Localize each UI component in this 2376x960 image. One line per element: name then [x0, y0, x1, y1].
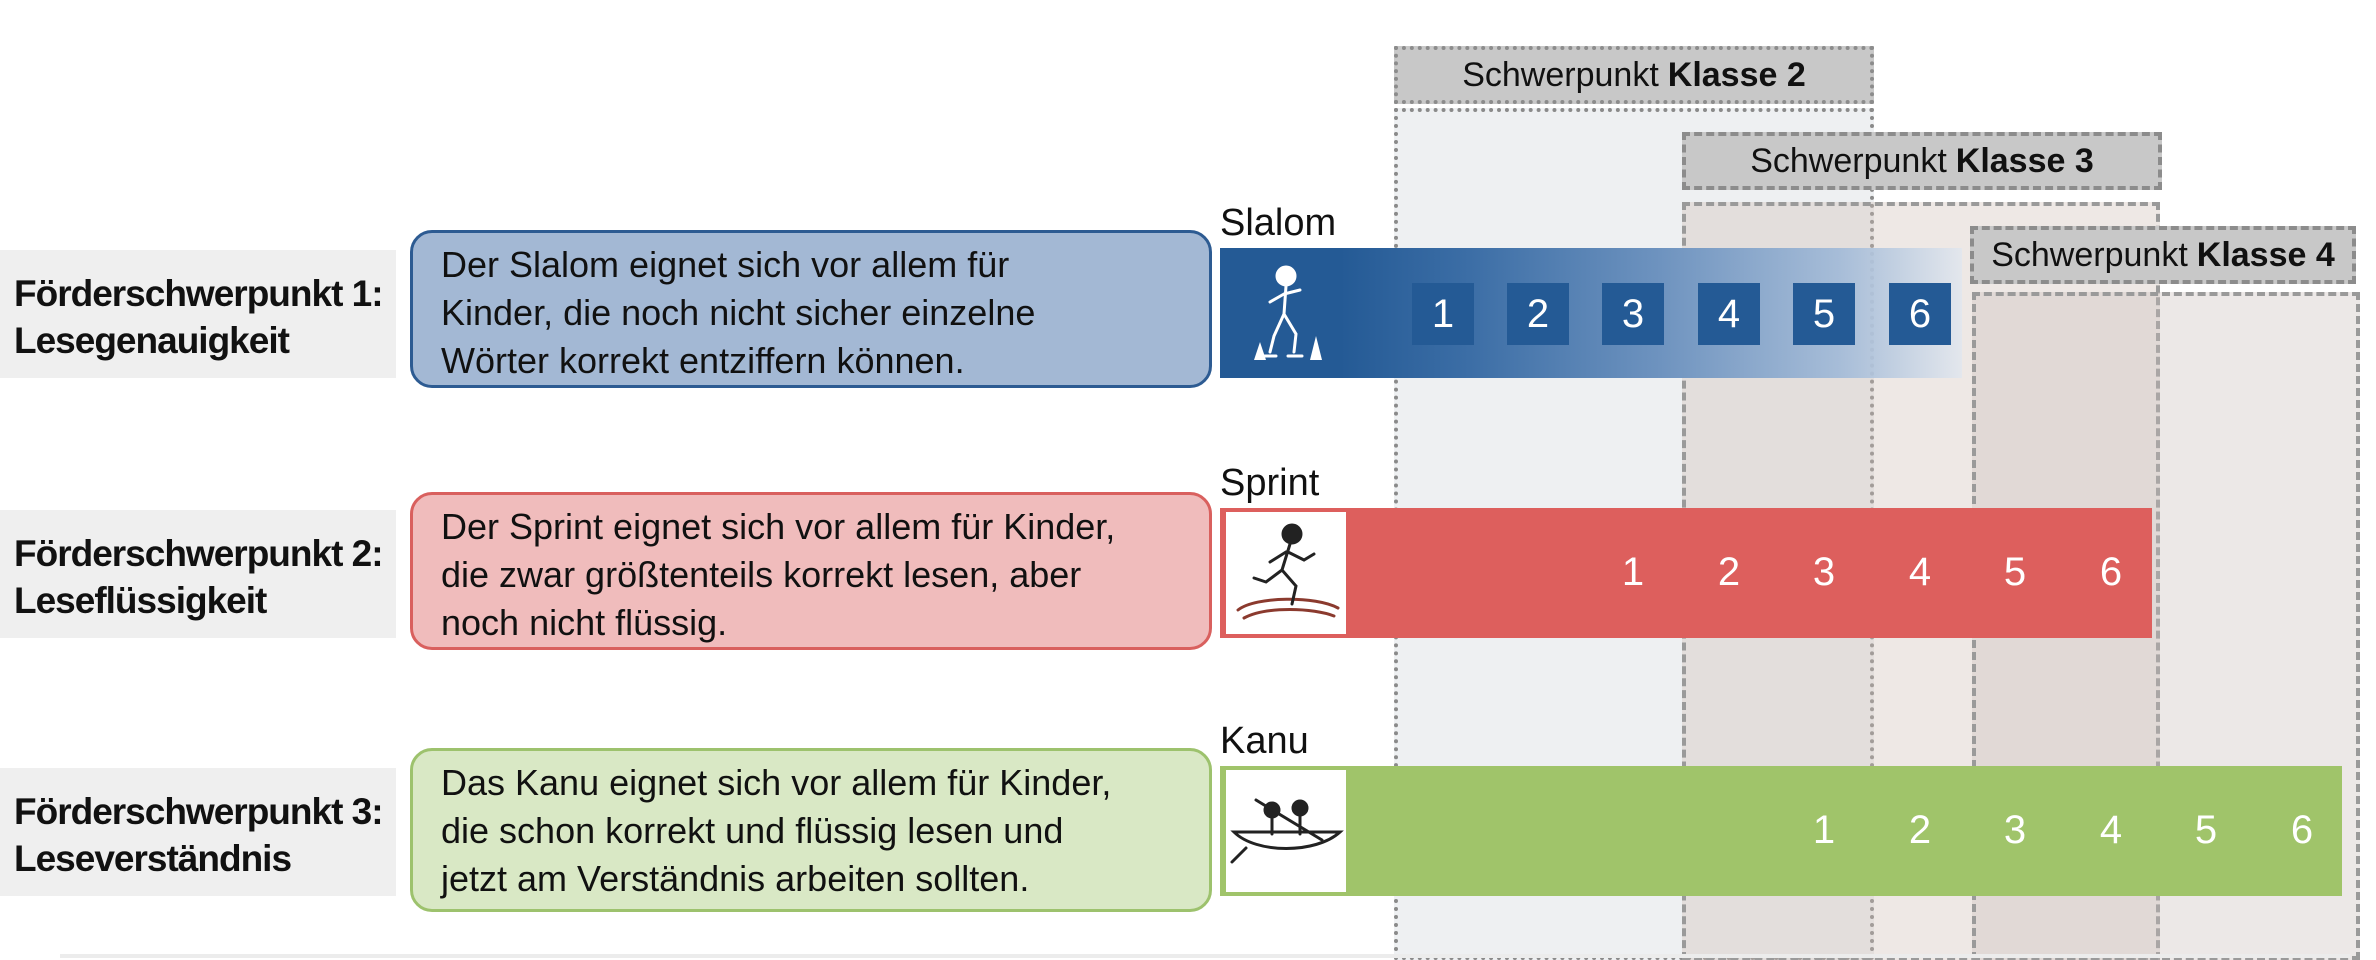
kanu-grade-5: 5	[2194, 807, 2218, 852]
focus-label-1-title: Förderschwerpunkt 1:	[14, 273, 384, 314]
kanu-grade-3: 3	[2003, 807, 2027, 852]
focus-label-3-subtitle: Leseverständnis	[14, 838, 292, 879]
kanu-description-line-1: Das Kanu eignet sich vor allem für Kinde…	[441, 762, 1112, 803]
sprint-description-line-3: noch nicht flüssig.	[441, 602, 728, 643]
slalom-grade-4: 4	[1698, 283, 1760, 345]
slalom-grade-3: 3	[1602, 283, 1664, 345]
grade-4-header-prefix: Schwerpunkt	[1991, 235, 2188, 274]
sprint-grade-3: 3	[1812, 549, 1836, 594]
sprint-description: Der Sprint eignet sich vor allem für Kin…	[410, 492, 1212, 650]
kanu-title: Kanu	[1220, 720, 1309, 762]
slalom-description-line-2: Kinder, die noch nicht sicher einzelne	[441, 292, 1036, 333]
slalom-description-line-1: Der Slalom eignet sich vor allem für	[441, 244, 1010, 285]
sprint-title: Sprint	[1220, 462, 1320, 504]
kanu-bar	[1220, 766, 2342, 896]
focus-label-2-subtitle: Leseflüssigkeit	[14, 580, 267, 621]
slalom-skater-icon	[1240, 256, 1330, 372]
focus-label-2: Förderschwerpunkt 2: Leseflüssigkeit	[0, 510, 396, 638]
grade-2-header: Schwerpunkt Klasse 2	[1394, 46, 1874, 104]
slalom-grade-6: 6	[1889, 283, 1951, 345]
sprint-grade-4: 4	[1908, 549, 1932, 594]
focus-label-1-subtitle: Lesegenauigkeit	[14, 320, 290, 361]
slalom-grade-5: 5	[1793, 283, 1855, 345]
grade-3-header-grade: Klasse 3	[1955, 141, 2094, 180]
focus-label-2-title: Förderschwerpunkt 2:	[14, 533, 384, 574]
focus-label-3: Förderschwerpunkt 3: Leseverständnis	[0, 768, 396, 896]
sprint-grade-5: 5	[2003, 549, 2027, 594]
kanu-description-line-2: die schon korrekt und flüssig lesen und	[441, 810, 1064, 851]
slalom-grade-2: 2	[1507, 283, 1569, 345]
grade-3-header: Schwerpunkt Klasse 3	[1682, 132, 2162, 190]
sprint-description-line-1: Der Sprint eignet sich vor allem für Kin…	[441, 506, 1116, 547]
kanu-grade-1: 1	[1812, 807, 1836, 852]
grade-4-header: Schwerpunkt Klasse 4	[1970, 226, 2356, 284]
kanu-grade-2: 2	[1908, 807, 1932, 852]
slalom-grade-1: 1	[1412, 283, 1474, 345]
focus-label-1: Förderschwerpunkt 1: Lesegenauigkeit	[0, 250, 396, 378]
grade-2-header-grade: Klasse 2	[1667, 55, 1806, 94]
sprinter-icon	[1226, 512, 1346, 634]
bottom-divider	[60, 954, 2350, 958]
sprint-grade-2: 2	[1717, 549, 1741, 594]
grade-2-header-prefix: Schwerpunkt	[1462, 55, 1659, 94]
canoe-icon	[1226, 770, 1346, 892]
kanu-description-line-3: jetzt am Verständnis arbeiten sollten.	[441, 858, 1030, 899]
slalom-description-line-3: Wörter korrekt entziffern können.	[441, 340, 965, 381]
kanu-grade-6: 6	[2290, 807, 2314, 852]
sprint-description-line-2: die zwar größtenteils korrekt lesen, abe…	[441, 554, 1082, 595]
sprint-grade-6: 6	[2099, 549, 2123, 594]
slalom-description: Der Slalom eignet sich vor allem für Kin…	[410, 230, 1212, 388]
grade-3-header-prefix: Schwerpunkt	[1750, 141, 1947, 180]
sprint-grade-1: 1	[1621, 549, 1645, 594]
grade-4-header-grade: Klasse 4	[2196, 235, 2335, 274]
kanu-grade-4: 4	[2099, 807, 2123, 852]
focus-label-3-title: Förderschwerpunkt 3:	[14, 791, 384, 832]
kanu-description: Das Kanu eignet sich vor allem für Kinde…	[410, 748, 1212, 912]
slalom-title: Slalom	[1220, 202, 1337, 244]
